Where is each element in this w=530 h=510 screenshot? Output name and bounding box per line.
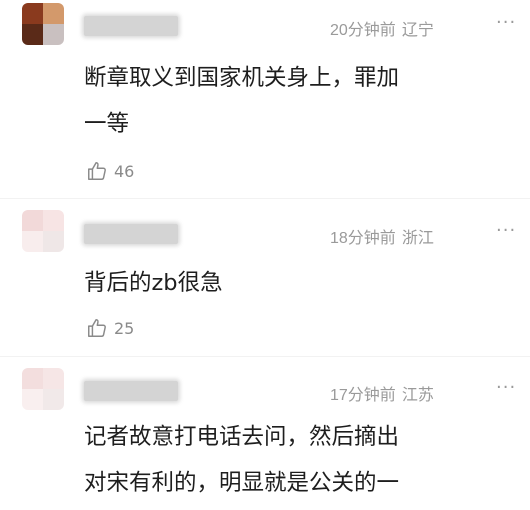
avatar[interactable]: [22, 3, 64, 45]
comment-meta: 20分钟前 辽宁: [330, 16, 434, 40]
thumbs-up-icon: [88, 319, 106, 337]
comment-text-line: 背后的zb很急: [84, 270, 223, 296]
comment-text-line: 记者故意打电话去问，然后摘出: [84, 424, 400, 450]
comment-meta: 18分钟前 浙江: [330, 224, 434, 248]
comment-location: 辽宁: [401, 22, 434, 39]
comment-location: 浙江: [401, 230, 434, 247]
thumbs-up-icon: [88, 162, 106, 180]
like-count: 25: [114, 318, 135, 338]
username-redacted[interactable]: [84, 16, 178, 36]
like-button[interactable]: 25: [86, 317, 134, 339]
divider: [0, 198, 530, 199]
comment-text: 背后的zb很急: [84, 260, 504, 306]
comment-meta: 17分钟前 江苏: [330, 381, 434, 405]
avatar[interactable]: [22, 368, 64, 410]
comment-time: 17分钟前: [330, 387, 396, 404]
username-redacted[interactable]: [84, 381, 178, 401]
avatar[interactable]: [22, 210, 64, 252]
comment-text: 断章取义到国家机关身上，罪加 一等: [84, 55, 504, 147]
comment-text-line: 断章取义到国家机关身上，罪加: [84, 65, 400, 91]
like-count: 46: [114, 161, 135, 181]
comment-location: 江苏: [401, 387, 434, 404]
comment-time: 18分钟前: [330, 230, 396, 247]
comment-text: 记者故意打电话去问，然后摘出 对宋有利的，明显就是公关的一: [84, 414, 504, 506]
comment-text-line: 对宋有利的，明显就是公关的一: [84, 470, 400, 496]
divider: [0, 356, 530, 357]
more-icon[interactable]: ···: [496, 377, 516, 398]
comment-text-line: 一等: [84, 111, 130, 137]
more-icon[interactable]: ···: [496, 220, 516, 241]
username-redacted[interactable]: [84, 224, 178, 244]
like-button[interactable]: 46: [86, 160, 134, 182]
more-icon[interactable]: ···: [496, 12, 516, 33]
comment-time: 20分钟前: [330, 22, 396, 39]
